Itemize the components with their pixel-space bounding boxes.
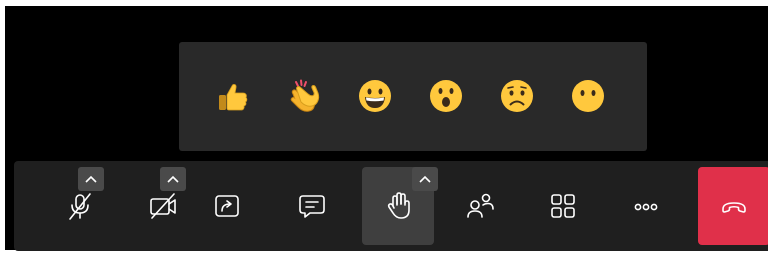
thumbs-up-icon [219,84,248,111]
chat-icon [299,195,325,218]
neutral-face-icon [572,80,604,112]
more-options-icon [634,203,658,211]
more-options-button[interactable] [610,167,682,245]
camera-off-icon [150,193,176,219]
reaction-neutral-button[interactable] [566,74,610,118]
raise-hand-icon [387,192,410,219]
participants-icon [467,193,494,218]
reactions-options-caret[interactable] [412,167,438,191]
clapping-hands-icon [290,79,320,112]
meeting-stage [5,6,768,251]
reaction-laugh-button[interactable] [353,74,397,118]
call-toolbar [14,161,768,251]
view-button[interactable] [527,167,599,245]
grinning-face-icon [359,80,391,112]
reaction-sad-button[interactable] [495,74,539,118]
share-screen-icon [215,195,239,217]
surprised-face-icon [430,80,462,112]
reaction-like-button[interactable] [211,74,255,118]
reaction-surprised-button[interactable] [424,74,468,118]
microphone-muted-icon [69,193,91,220]
sad-face-icon [501,80,533,112]
chevron-up-icon [85,175,97,183]
chat-button[interactable] [276,167,348,245]
chevron-up-icon [419,175,431,183]
mic-options-caret[interactable] [78,167,104,191]
reaction-applause-button[interactable] [282,74,326,118]
grid-view-icon [551,194,575,218]
end-call-icon [722,202,746,213]
participants-button[interactable] [445,167,517,245]
camera-options-caret[interactable] [160,167,186,191]
end-call-button[interactable] [698,167,768,245]
chevron-up-icon [167,175,179,183]
reactions-panel [179,42,647,151]
share-screen-button[interactable] [191,167,263,245]
